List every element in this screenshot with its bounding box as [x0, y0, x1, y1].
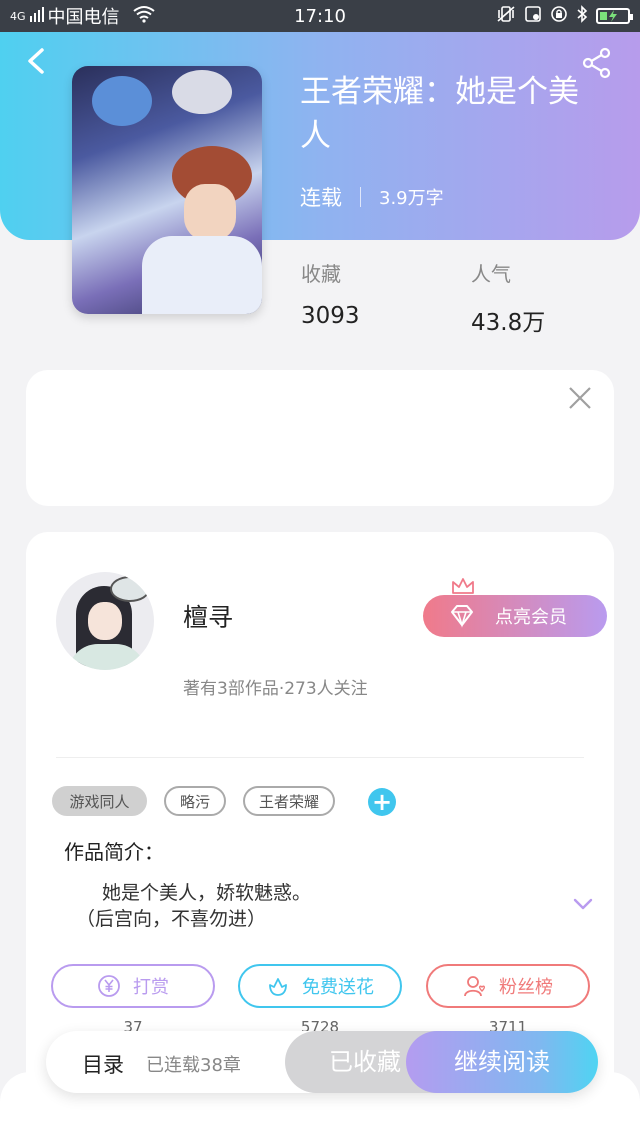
word-count: 3.9万字: [379, 188, 444, 209]
wifi-icon: [132, 5, 156, 28]
table-of-contents-button[interactable]: 目录: [82, 1049, 124, 1079]
continue-reading-button[interactable]: 继续阅读: [406, 1031, 598, 1093]
tag-item[interactable]: 游戏同人: [52, 786, 147, 816]
status-right: [496, 5, 633, 27]
stat-value: 43.8万: [471, 310, 546, 336]
serial-info: 连载 3.9万字: [300, 182, 444, 212]
back-button[interactable]: [20, 44, 54, 78]
stat-favorites: 收藏 3093: [301, 258, 360, 329]
divider: [360, 187, 361, 207]
yen-icon: [98, 975, 120, 997]
book-cover[interactable]: [72, 66, 262, 314]
chevron-down-icon[interactable]: [571, 892, 595, 916]
chevron-left-icon: [28, 48, 44, 74]
data-saver-icon: [524, 5, 542, 27]
fan-ranking-button[interactable]: 粉丝榜: [426, 964, 590, 1008]
member-button-label: 点亮会员: [495, 607, 567, 628]
send-flower-label: 免费送花: [302, 977, 374, 998]
plus-icon: +: [371, 788, 393, 816]
crown-icon: [452, 578, 474, 594]
bottom-action-bar: 目录 已连载38章 已收藏 继续阅读: [46, 1031, 598, 1093]
author-name[interactable]: 檀寻: [183, 598, 233, 634]
status-left: 4G 中国电信: [10, 3, 156, 29]
activate-member-button[interactable]: 点亮会员: [423, 595, 607, 637]
fan-rank-icon: [464, 976, 485, 997]
chapter-count[interactable]: 已连载38章: [146, 1051, 241, 1077]
stat-value: 3093: [301, 303, 360, 329]
bluetooth-icon: [576, 5, 588, 27]
intro-text: 她是个美人，娇软魅惑。 （后宫向，不喜勿进）: [76, 880, 311, 932]
close-button[interactable]: [566, 384, 594, 412]
divider: [56, 757, 584, 758]
carrier-name: 中国电信: [47, 7, 120, 28]
ad-card: [26, 370, 614, 506]
fan-ranking-label: 粉丝榜: [499, 977, 553, 998]
vibrate-icon: [496, 5, 516, 27]
signal-icon: [29, 6, 44, 27]
diamond-icon: [451, 605, 473, 628]
author-avatar[interactable]: [56, 572, 154, 670]
intro-title: 作品简介：: [64, 840, 164, 864]
battery-icon: [596, 8, 633, 24]
stat-label: 人气: [471, 262, 511, 286]
tip-button[interactable]: 打赏: [51, 964, 215, 1008]
tag-item[interactable]: 略污: [164, 786, 226, 816]
stat-popularity: 人气 43.8万: [471, 258, 545, 337]
network-indicator: 4G: [10, 9, 26, 23]
intro-line: 她是个美人，娇软魅惑。: [102, 882, 312, 904]
intro-line: （后宫向，不喜勿进）: [76, 908, 267, 930]
add-tag-button[interactable]: +: [368, 788, 396, 816]
tip-label: 打赏: [133, 977, 169, 998]
author-meta: 著有3部作品·273人关注: [183, 679, 368, 699]
send-flower-button[interactable]: 免费送花: [238, 964, 402, 1008]
flower-icon: [269, 978, 287, 996]
status-bar: 4G 中国电信 17:10: [0, 0, 640, 32]
serial-status: 连载: [300, 186, 342, 210]
book-title: 王者荣耀：她是个美人: [300, 74, 579, 154]
lock-rotation-icon: [550, 5, 568, 27]
tag-item[interactable]: 王者荣耀: [243, 786, 335, 816]
stat-label: 收藏: [301, 262, 341, 286]
close-icon: [569, 387, 591, 409]
